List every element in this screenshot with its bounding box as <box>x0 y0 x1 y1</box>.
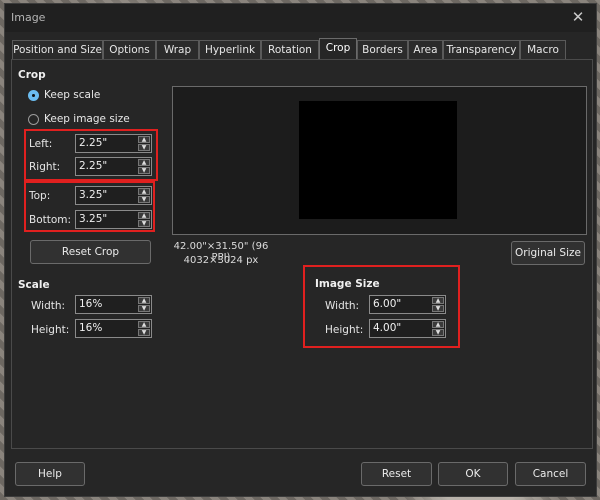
spin-arrows: ▲ ▼ <box>138 188 150 203</box>
cancel-button[interactable]: Cancel <box>515 462 586 486</box>
image-width-value: 6.00" <box>373 298 402 310</box>
scale-height-label: Height: <box>31 324 70 336</box>
ok-button[interactable]: OK <box>438 462 508 486</box>
original-size-button[interactable]: Original Size <box>511 241 585 265</box>
tab-options[interactable]: Options <box>103 40 156 59</box>
tab-transparency[interactable]: Transparency <box>443 40 520 59</box>
bottom-crop-spinbox[interactable]: 3.25" ▲ ▼ <box>75 210 152 229</box>
tab-borders[interactable]: Borders <box>357 40 408 59</box>
title-bar: Image ✕ <box>5 4 596 32</box>
tab-position-and-size[interactable]: Position and Size <box>12 40 103 59</box>
spin-down-icon[interactable]: ▼ <box>432 305 444 312</box>
bottom-label: Bottom: <box>29 214 72 226</box>
reset-button[interactable]: Reset <box>361 462 432 486</box>
dialog-title: Image <box>11 11 46 24</box>
preview-image <box>299 101 457 219</box>
spin-arrows: ▲ ▼ <box>138 321 150 336</box>
top-label: Top: <box>29 190 51 202</box>
top-crop-value: 3.25" <box>79 189 108 201</box>
tab-hyperlink[interactable]: Hyperlink <box>199 40 261 59</box>
scale-width-value: 16% <box>79 298 103 310</box>
spin-down-icon[interactable]: ▼ <box>138 144 150 151</box>
crop-heading: Crop <box>18 69 46 81</box>
close-icon[interactable]: ✕ <box>570 8 586 26</box>
left-label: Left: <box>29 138 53 150</box>
tab-crop[interactable]: Crop <box>319 38 357 60</box>
help-button[interactable]: Help <box>15 462 85 486</box>
image-width-label: Width: <box>325 300 360 312</box>
image-pixels-text: 4032×3024 px <box>183 255 259 266</box>
scale-heading: Scale <box>18 279 50 291</box>
spin-up-icon[interactable]: ▲ <box>138 212 150 219</box>
radio-checked-icon <box>28 89 39 101</box>
image-preview <box>172 86 587 235</box>
scale-width-label: Width: <box>31 300 66 312</box>
keep-image-size-radio[interactable]: Keep image size <box>28 112 130 126</box>
spin-up-icon[interactable]: ▲ <box>138 321 150 328</box>
tab-macro[interactable]: Macro <box>520 40 566 59</box>
right-crop-value: 2.25" <box>79 160 108 172</box>
spin-arrows: ▲ ▼ <box>138 136 150 151</box>
spin-up-icon[interactable]: ▲ <box>432 297 444 304</box>
image-height-label: Height: <box>325 324 364 336</box>
spin-down-icon[interactable]: ▼ <box>138 167 150 174</box>
spin-arrows: ▲ ▼ <box>138 297 150 312</box>
scale-width-spinbox[interactable]: 16% ▲ ▼ <box>75 295 152 314</box>
spin-up-icon[interactable]: ▲ <box>138 159 150 166</box>
spin-arrows: ▲ ▼ <box>432 321 444 336</box>
spin-up-icon[interactable]: ▲ <box>432 321 444 328</box>
tab-wrap[interactable]: Wrap <box>156 40 199 59</box>
bottom-crop-value: 3.25" <box>79 213 108 225</box>
image-height-spinbox[interactable]: 4.00" ▲ ▼ <box>369 319 446 338</box>
spin-up-icon[interactable]: ▲ <box>138 297 150 304</box>
spin-up-icon[interactable]: ▲ <box>138 136 150 143</box>
image-width-spinbox[interactable]: 6.00" ▲ ▼ <box>369 295 446 314</box>
tab-rotation[interactable]: Rotation <box>261 40 319 59</box>
spin-arrows: ▲ ▼ <box>138 159 150 174</box>
spin-down-icon[interactable]: ▼ <box>138 220 150 227</box>
scale-height-spinbox[interactable]: 16% ▲ ▼ <box>75 319 152 338</box>
left-crop-value: 2.25" <box>79 137 108 149</box>
scale-height-value: 16% <box>79 322 103 334</box>
left-crop-spinbox[interactable]: 2.25" ▲ ▼ <box>75 134 152 153</box>
spin-arrows: ▲ ▼ <box>432 297 444 312</box>
spin-up-icon[interactable]: ▲ <box>138 188 150 195</box>
tab-bar: Position and Size Options Wrap Hyperlink… <box>12 38 596 60</box>
spin-down-icon[interactable]: ▼ <box>138 305 150 312</box>
spin-down-icon[interactable]: ▼ <box>138 329 150 336</box>
top-crop-spinbox[interactable]: 3.25" ▲ ▼ <box>75 186 152 205</box>
image-height-value: 4.00" <box>373 322 402 334</box>
keep-scale-radio[interactable]: Keep scale <box>28 88 100 102</box>
right-label: Right: <box>29 161 61 173</box>
image-dialog: Image ✕ Position and Size Options Wrap H… <box>4 3 597 497</box>
right-crop-spinbox[interactable]: 2.25" ▲ ▼ <box>75 157 152 176</box>
spin-down-icon[interactable]: ▼ <box>138 196 150 203</box>
tab-area[interactable]: Area <box>408 40 443 59</box>
crop-panel: Crop Keep scale Keep image size Left: 2.… <box>11 59 593 449</box>
keep-image-size-label: Keep image size <box>44 113 130 125</box>
reset-crop-button[interactable]: Reset Crop <box>30 240 151 264</box>
spin-down-icon[interactable]: ▼ <box>432 329 444 336</box>
radio-unchecked-icon <box>28 113 39 125</box>
image-size-heading: Image Size <box>315 278 380 290</box>
keep-scale-label: Keep scale <box>44 89 101 101</box>
spin-arrows: ▲ ▼ <box>138 212 150 227</box>
